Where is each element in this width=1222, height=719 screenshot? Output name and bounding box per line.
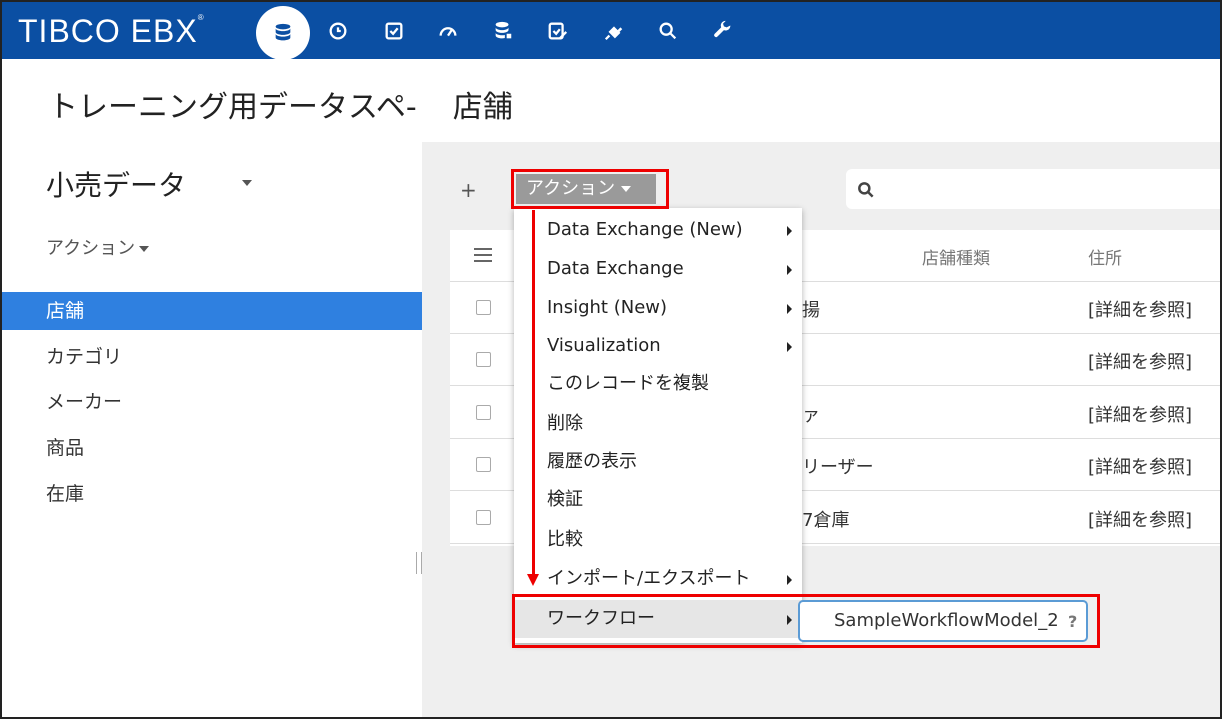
page-title: トレーニング用データスペ- 店舗 [48, 82, 513, 126]
annotation-highlight-workflow [512, 594, 1100, 648]
row-checkbox[interactable] [476, 352, 491, 367]
annotation-arrow [532, 210, 535, 576]
menu-item-data-exchange-new[interactable]: Data Exchange (New) [514, 211, 802, 249]
menu-item-insight-new[interactable]: Insight (New) [514, 289, 802, 327]
cell-address-link[interactable]: [詳細を参照] [1088, 506, 1192, 532]
navigation-panel: 小売データ アクション 店舗 カテゴリ メーカー 商品 在庫 [2, 142, 422, 717]
task-edit-icon[interactable] [540, 13, 576, 49]
dataspace-name[interactable]: トレーニング用データスペ- [48, 90, 417, 125]
dataset-action-button[interactable]: アクション [46, 234, 150, 260]
menu-item-visualization[interactable]: Visualization [514, 327, 802, 365]
annotation-highlight-action-button [511, 169, 669, 209]
sidebar-item-maker[interactable]: メーカー [2, 383, 422, 421]
cell-store-name: 7倉庫 [802, 510, 850, 531]
dataset-title[interactable]: 小売データ [46, 164, 186, 204]
menu-item-validate[interactable]: 検証 [514, 481, 802, 519]
plug-icon[interactable] [596, 13, 632, 49]
data-service-icon[interactable] [485, 13, 521, 49]
column-header-address[interactable]: 住所 [1088, 244, 1122, 269]
database-icon[interactable] [256, 6, 310, 60]
sidebar-item-inventory[interactable]: 在庫 [2, 475, 422, 513]
caret-down-icon [139, 246, 150, 252]
cell-address-link[interactable]: [詳細を参照] [1088, 296, 1192, 322]
submenu-arrow-icon [787, 265, 792, 275]
search-icon[interactable] [650, 13, 686, 49]
screen-frame: TIBCO EBX® トレーニング用データスペ- 店舗 小売データ アクション … [0, 0, 1222, 719]
chevron-down-icon[interactable] [242, 180, 252, 186]
cell-store-name: 揚 [802, 300, 820, 321]
cell-address-link[interactable]: [詳細を参照] [1088, 348, 1192, 374]
menu-item-delete[interactable]: 削除 [514, 405, 802, 443]
sidebar-item-product[interactable]: 商品 [2, 429, 422, 467]
clock-icon[interactable] [320, 13, 356, 49]
add-record-button[interactable]: + [460, 178, 477, 202]
action-dropdown-menu: Data Exchange (New) Data Exchange Insigh… [514, 208, 802, 643]
menu-item-duplicate-record[interactable]: このレコードを複製 [514, 365, 802, 403]
menu-item-show-history[interactable]: 履歴の表示 [514, 443, 802, 481]
submenu-arrow-icon [787, 342, 792, 352]
row-checkbox[interactable] [476, 300, 491, 315]
checkbox-icon[interactable] [376, 13, 412, 49]
annotation-arrow-head [527, 574, 539, 586]
dashboard-icon[interactable] [430, 13, 466, 49]
submenu-arrow-icon [787, 575, 792, 585]
menu-item-compare[interactable]: 比較 [514, 521, 802, 559]
cell-store-name: リーザー [802, 457, 874, 478]
menu-item-data-exchange[interactable]: Data Exchange [514, 250, 802, 288]
cell-address-link[interactable]: [詳細を参照] [1088, 401, 1192, 427]
column-header-store-type[interactable]: 店舗種類 [922, 244, 990, 269]
row-checkbox[interactable] [476, 457, 491, 472]
submenu-arrow-icon [787, 226, 792, 236]
top-bar: TIBCO EBX® [2, 2, 1220, 60]
sidebar-item-store[interactable]: 店舗 [2, 292, 422, 330]
search-icon [858, 182, 874, 198]
submenu-arrow-icon [787, 304, 792, 314]
sidebar-item-category[interactable]: カテゴリ [2, 338, 422, 376]
tibco-ebx-logo: TIBCO EBX® [18, 13, 205, 49]
cell-store-name: ァ [802, 405, 820, 426]
row-checkbox[interactable] [476, 405, 491, 420]
wrench-icon[interactable] [705, 13, 741, 49]
table-name: 店舗 [452, 90, 513, 125]
search-input[interactable] [846, 169, 1220, 209]
row-checkbox[interactable] [476, 510, 491, 525]
cell-address-link[interactable]: [詳細を参照] [1088, 453, 1192, 479]
menu-item-import-export[interactable]: インポート/エクスポート [514, 560, 802, 598]
column-menu-icon[interactable] [474, 248, 492, 266]
